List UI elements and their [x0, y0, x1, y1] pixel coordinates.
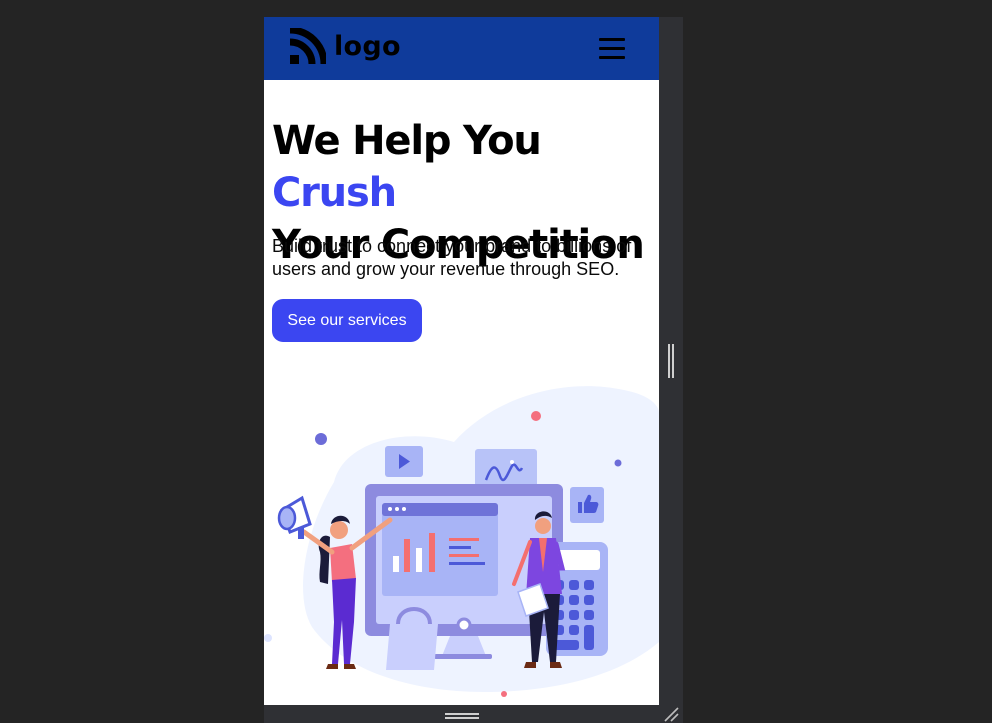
hero-title-part1: We Help You — [272, 118, 542, 164]
navbar: logo — [264, 17, 659, 80]
decor-dot — [501, 691, 507, 697]
decor-dot — [614, 459, 622, 467]
hero-subtitle: Build trust to connect your brand to bil… — [272, 236, 632, 279]
page-viewport: logo We Help You Crush Your Competition B… — [264, 17, 659, 705]
viewport-corner-resize-handle[interactable] — [662, 706, 680, 722]
see-services-button[interactable]: See our services — [272, 299, 422, 342]
viewport-width-resize-handle[interactable] — [667, 344, 675, 378]
logo-link[interactable]: logo — [288, 28, 401, 66]
play-icon — [385, 446, 423, 477]
thumbs-up-icon — [570, 487, 604, 523]
decor-dot — [531, 411, 541, 421]
hamburger-menu-icon[interactable] — [597, 36, 627, 62]
decor-dot — [315, 433, 327, 445]
logo-text: logo — [334, 31, 401, 62]
hero-title-accent: Crush — [272, 170, 397, 216]
rss-logo-icon — [289, 28, 326, 65]
hero-illustration — [264, 386, 659, 697]
decor-dot — [264, 634, 272, 642]
viewport-height-resize-handle[interactable] — [445, 712, 479, 720]
